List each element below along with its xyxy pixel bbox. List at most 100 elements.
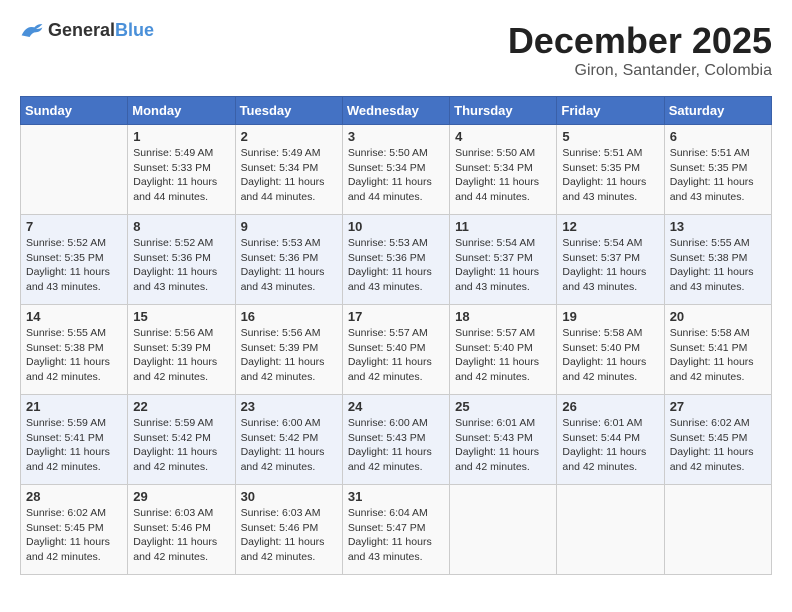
day-number: 14 [26,309,122,324]
logo: GeneralBlue [20,20,154,41]
calendar-cell [557,485,664,575]
calendar-week-row: 7Sunrise: 5:52 AM Sunset: 5:35 PM Daylig… [21,215,772,305]
calendar-cell [21,125,128,215]
day-info: Sunrise: 6:03 AM Sunset: 5:46 PM Dayligh… [133,506,229,565]
day-number: 5 [562,129,658,144]
header: GeneralBlue December 2025 Giron, Santand… [20,20,772,80]
calendar-cell [450,485,557,575]
day-info: Sunrise: 5:54 AM Sunset: 5:37 PM Dayligh… [455,236,551,295]
day-number: 21 [26,399,122,414]
calendar-cell: 21 Sunrise: 5:59 AM Sunset: 5:41 PM Dayli… [21,395,128,485]
calendar-cell: 22 Sunrise: 5:59 AM Sunset: 5:42 PM Dayli… [128,395,235,485]
calendar-cell: 26 Sunrise: 6:01 AM Sunset: 5:44 PM Dayli… [557,395,664,485]
day-info: Sunrise: 5:53 AM Sunset: 5:36 PM Dayligh… [348,236,444,295]
day-info: Sunrise: 5:53 AM Sunset: 5:36 PM Dayligh… [241,236,337,295]
calendar-cell: 3 Sunrise: 5:50 AM Sunset: 5:34 PM Daylig… [342,125,449,215]
day-info: Sunrise: 5:58 AM Sunset: 5:40 PM Dayligh… [562,326,658,385]
day-info: Sunrise: 5:55 AM Sunset: 5:38 PM Dayligh… [26,326,122,385]
day-info: Sunrise: 5:57 AM Sunset: 5:40 PM Dayligh… [455,326,551,385]
day-number: 16 [241,309,337,324]
day-number: 28 [26,489,122,504]
day-info: Sunrise: 5:56 AM Sunset: 5:39 PM Dayligh… [133,326,229,385]
day-info: Sunrise: 6:03 AM Sunset: 5:46 PM Dayligh… [241,506,337,565]
logo-general-text: General [48,20,115,40]
calendar-cell: 29 Sunrise: 6:03 AM Sunset: 5:46 PM Dayli… [128,485,235,575]
calendar-cell: 19 Sunrise: 5:58 AM Sunset: 5:40 PM Dayli… [557,305,664,395]
day-info: Sunrise: 5:59 AM Sunset: 5:42 PM Dayligh… [133,416,229,475]
day-number: 1 [133,129,229,144]
day-info: Sunrise: 5:58 AM Sunset: 5:41 PM Dayligh… [670,326,766,385]
calendar-cell: 15Sunrise: 5:56 AM Sunset: 5:39 PM Dayli… [128,305,235,395]
day-info: Sunrise: 5:51 AM Sunset: 5:35 PM Dayligh… [562,146,658,205]
day-number: 19 [562,309,658,324]
calendar-body: 1 Sunrise: 5:49 AM Sunset: 5:33 PM Daylig… [21,125,772,575]
calendar-cell: 10 Sunrise: 5:53 AM Sunset: 5:36 PM Dayli… [342,215,449,305]
calendar-cell: 18 Sunrise: 5:57 AM Sunset: 5:40 PM Dayli… [450,305,557,395]
day-info: Sunrise: 6:02 AM Sunset: 5:45 PM Dayligh… [670,416,766,475]
day-info: Sunrise: 6:01 AM Sunset: 5:43 PM Dayligh… [455,416,551,475]
calendar-cell: 9Sunrise: 5:53 AM Sunset: 5:36 PM Daylig… [235,215,342,305]
calendar-cell: 28 Sunrise: 6:02 AM Sunset: 5:45 PM Dayli… [21,485,128,575]
day-number: 13 [670,219,766,234]
calendar-cell: 27 Sunrise: 6:02 AM Sunset: 5:45 PM Dayli… [664,395,771,485]
day-number: 2 [241,129,337,144]
weekday-header-cell: Saturday [664,97,771,125]
day-number: 22 [133,399,229,414]
calendar-week-row: 21 Sunrise: 5:59 AM Sunset: 5:41 PM Dayli… [21,395,772,485]
day-number: 27 [670,399,766,414]
day-number: 3 [348,129,444,144]
day-info: Sunrise: 6:01 AM Sunset: 5:44 PM Dayligh… [562,416,658,475]
day-info: Sunrise: 5:55 AM Sunset: 5:38 PM Dayligh… [670,236,766,295]
day-info: Sunrise: 5:50 AM Sunset: 5:34 PM Dayligh… [455,146,551,205]
day-number: 12 [562,219,658,234]
month-year-title: December 2025 [508,20,772,62]
day-number: 29 [133,489,229,504]
logo-bird-icon [20,21,44,41]
calendar-cell: 24Sunrise: 6:00 AM Sunset: 5:43 PM Dayli… [342,395,449,485]
calendar-cell: 5 Sunrise: 5:51 AM Sunset: 5:35 PM Daylig… [557,125,664,215]
day-info: Sunrise: 5:51 AM Sunset: 5:35 PM Dayligh… [670,146,766,205]
calendar-cell: 7Sunrise: 5:52 AM Sunset: 5:35 PM Daylig… [21,215,128,305]
calendar-cell: 16Sunrise: 5:56 AM Sunset: 5:39 PM Dayli… [235,305,342,395]
day-info: Sunrise: 5:59 AM Sunset: 5:41 PM Dayligh… [26,416,122,475]
day-info: Sunrise: 5:50 AM Sunset: 5:34 PM Dayligh… [348,146,444,205]
location-subtitle: Giron, Santander, Colombia [508,62,772,80]
day-number: 17 [348,309,444,324]
weekday-header-row: SundayMondayTuesdayWednesdayThursdayFrid… [21,97,772,125]
day-number: 30 [241,489,337,504]
calendar-cell: 11 Sunrise: 5:54 AM Sunset: 5:37 PM Dayli… [450,215,557,305]
calendar-cell: 25Sunrise: 6:01 AM Sunset: 5:43 PM Dayli… [450,395,557,485]
title-area: December 2025 Giron, Santander, Colombia [508,20,772,80]
calendar-cell: 31Sunrise: 6:04 AM Sunset: 5:47 PM Dayli… [342,485,449,575]
day-info: Sunrise: 5:52 AM Sunset: 5:36 PM Dayligh… [133,236,229,295]
calendar-cell: 2 Sunrise: 5:49 AM Sunset: 5:34 PM Daylig… [235,125,342,215]
weekday-header-cell: Tuesday [235,97,342,125]
day-number: 26 [562,399,658,414]
day-info: Sunrise: 5:57 AM Sunset: 5:40 PM Dayligh… [348,326,444,385]
weekday-header-cell: Sunday [21,97,128,125]
day-number: 7 [26,219,122,234]
calendar-cell: 6 Sunrise: 5:51 AM Sunset: 5:35 PM Daylig… [664,125,771,215]
calendar-cell: 12Sunrise: 5:54 AM Sunset: 5:37 PM Dayli… [557,215,664,305]
calendar-cell: 20 Sunrise: 5:58 AM Sunset: 5:41 PM Dayli… [664,305,771,395]
day-number: 11 [455,219,551,234]
calendar-week-row: 1 Sunrise: 5:49 AM Sunset: 5:33 PM Daylig… [21,125,772,215]
weekday-header-cell: Friday [557,97,664,125]
day-number: 20 [670,309,766,324]
calendar-cell: 8Sunrise: 5:52 AM Sunset: 5:36 PM Daylig… [128,215,235,305]
day-info: Sunrise: 5:49 AM Sunset: 5:34 PM Dayligh… [241,146,337,205]
calendar-week-row: 14 Sunrise: 5:55 AM Sunset: 5:38 PM Dayli… [21,305,772,395]
calendar-cell: 23Sunrise: 6:00 AM Sunset: 5:42 PM Dayli… [235,395,342,485]
day-info: Sunrise: 6:02 AM Sunset: 5:45 PM Dayligh… [26,506,122,565]
calendar-cell: 30 Sunrise: 6:03 AM Sunset: 5:46 PM Dayli… [235,485,342,575]
day-number: 18 [455,309,551,324]
day-number: 10 [348,219,444,234]
day-info: Sunrise: 5:49 AM Sunset: 5:33 PM Dayligh… [133,146,229,205]
weekday-header-cell: Wednesday [342,97,449,125]
calendar-table: SundayMondayTuesdayWednesdayThursdayFrid… [20,96,772,575]
calendar-cell: 17 Sunrise: 5:57 AM Sunset: 5:40 PM Dayli… [342,305,449,395]
day-number: 6 [670,129,766,144]
weekday-header-cell: Monday [128,97,235,125]
calendar-cell: 1 Sunrise: 5:49 AM Sunset: 5:33 PM Daylig… [128,125,235,215]
calendar-cell [664,485,771,575]
